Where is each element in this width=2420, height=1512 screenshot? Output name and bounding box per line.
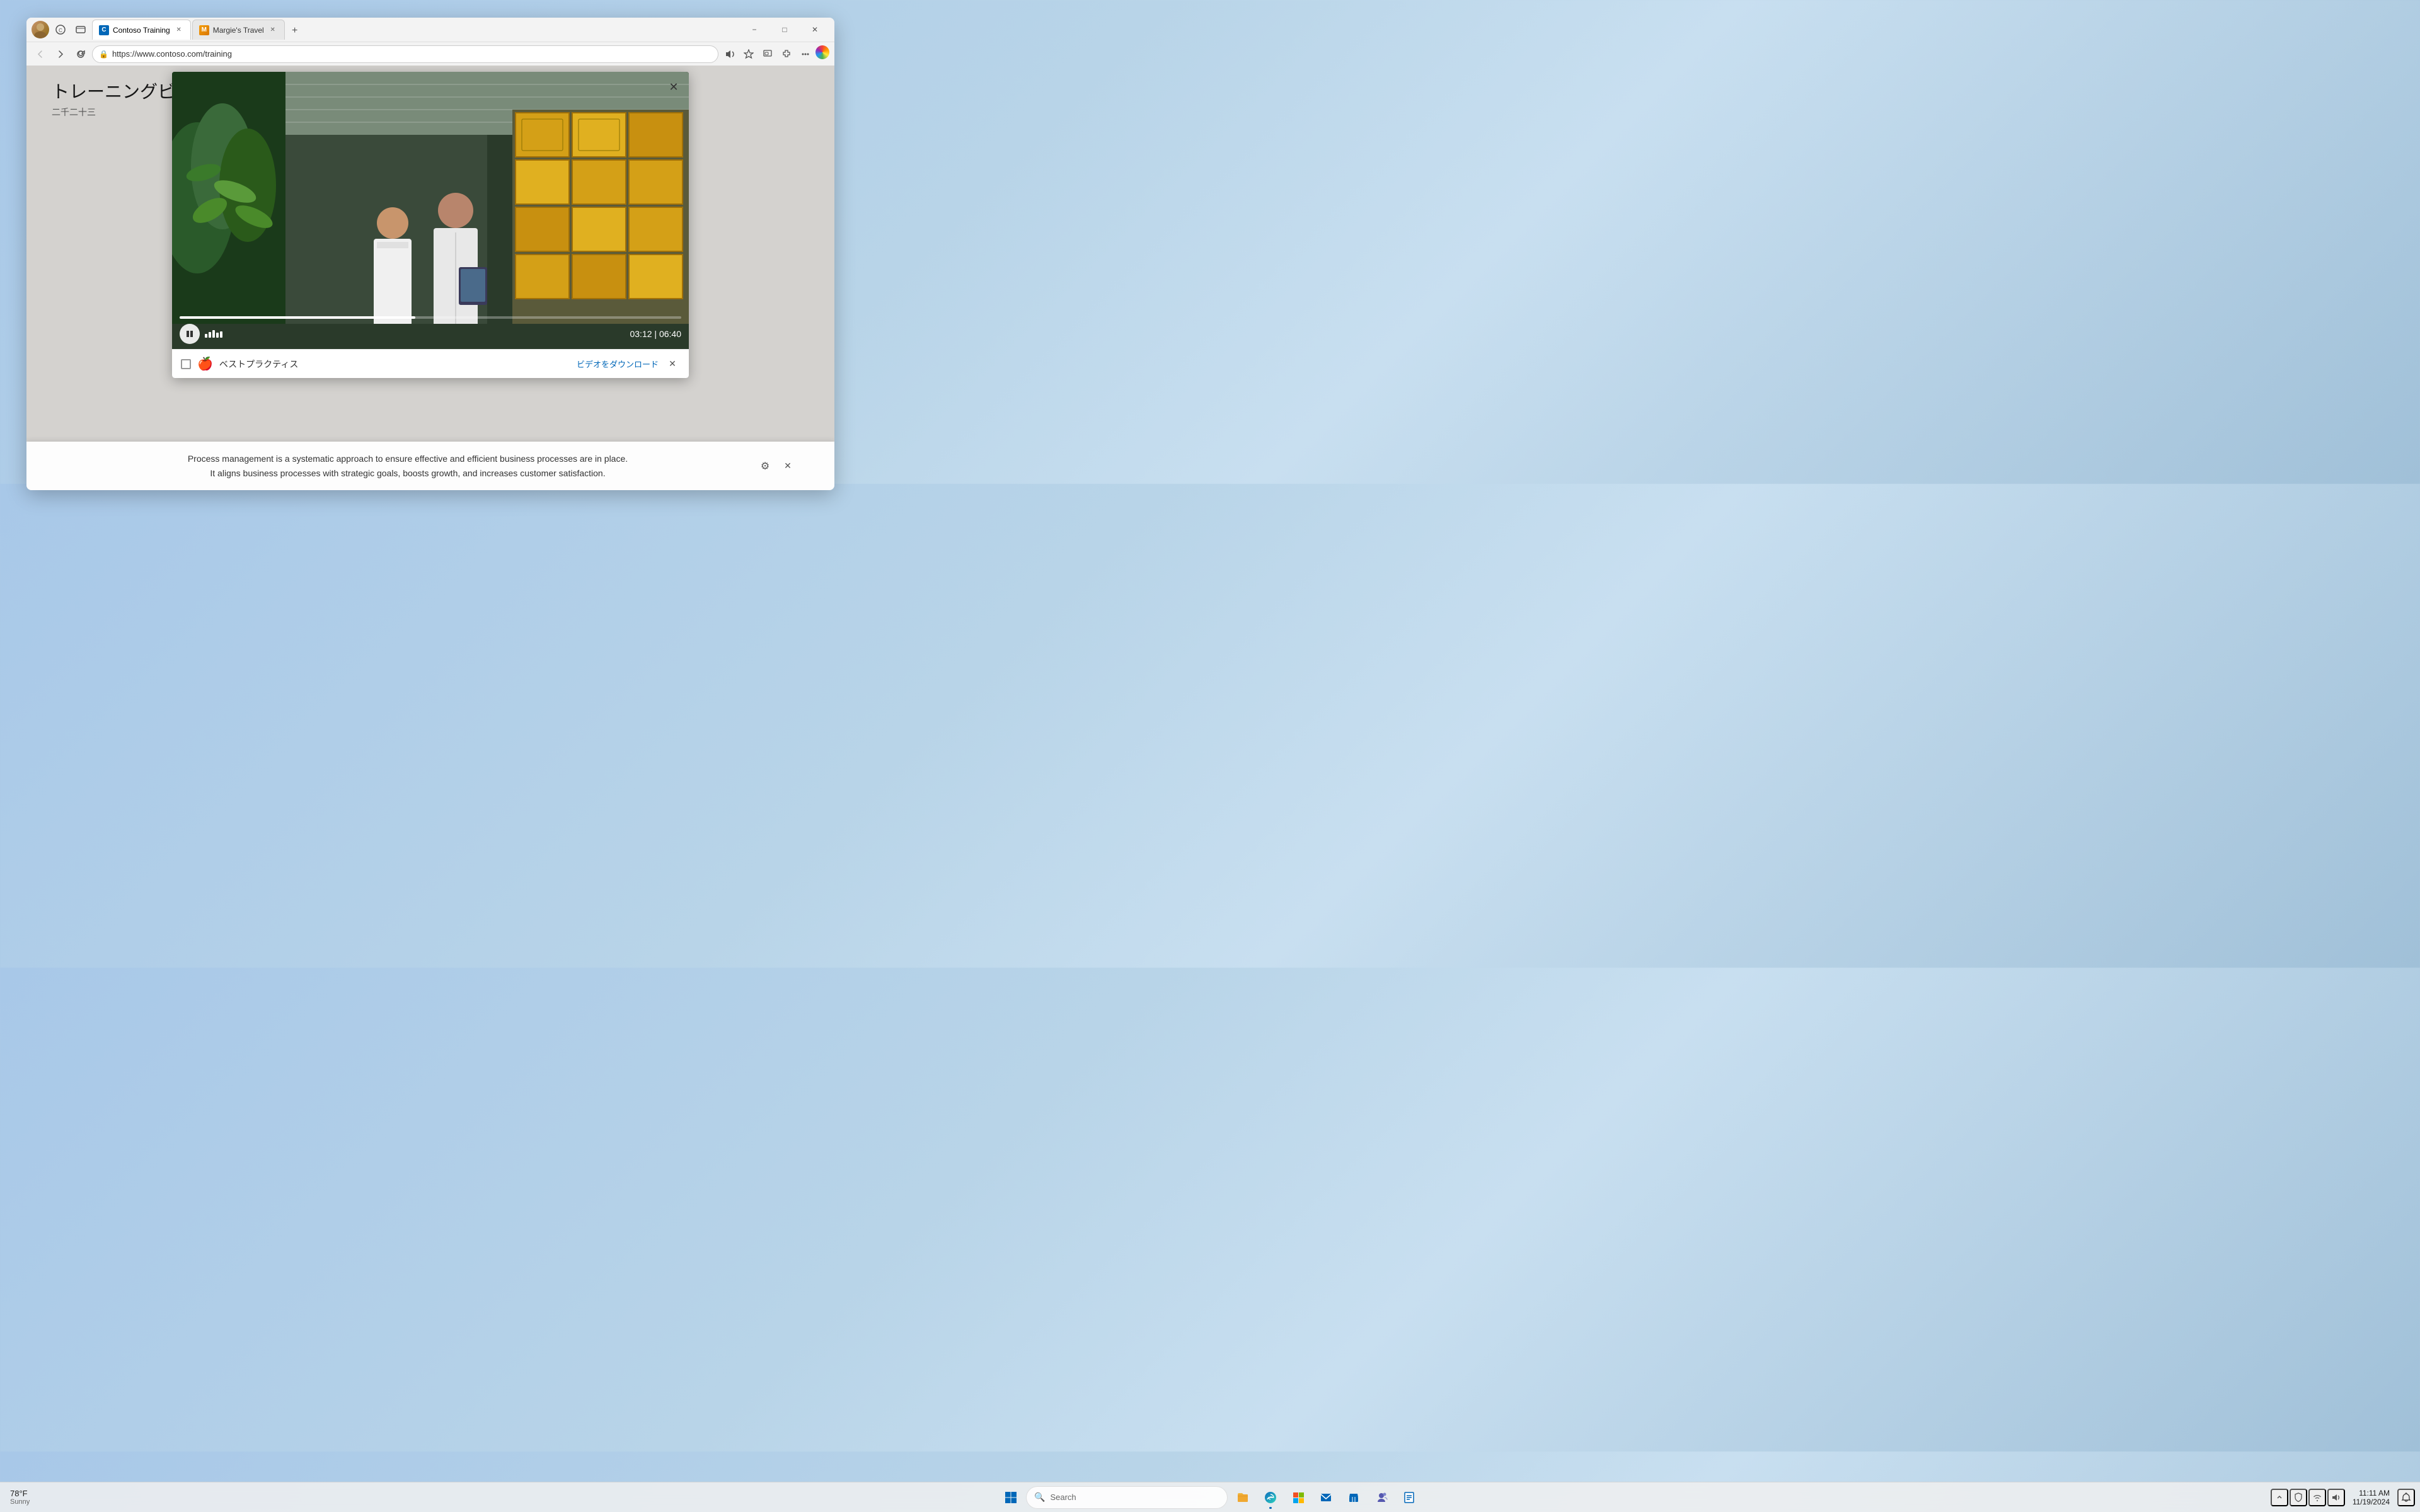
- url-bar[interactable]: 🔒 https://www.contoso.com/training: [92, 45, 718, 63]
- favorites-btn[interactable]: [740, 45, 758, 63]
- tab-margie[interactable]: M Margie's Travel ✕: [192, 20, 285, 40]
- search-bar[interactable]: 🔍 Search: [1026, 1486, 1228, 1509]
- margie-favicon: M: [199, 25, 209, 35]
- taskbar-right: 11:11 AM 11/19/2024: [2271, 1486, 2415, 1509]
- taskbar-icon-store[interactable]: [1341, 1485, 1366, 1510]
- window-controls: − □ ✕: [740, 20, 829, 40]
- tab-margie-close[interactable]: ✕: [268, 25, 278, 35]
- tab-contoso[interactable]: C Contoso Training ✕: [92, 20, 191, 40]
- tray-security-icon[interactable]: [2290, 1489, 2307, 1506]
- panel-settings-button[interactable]: ⚙: [756, 457, 774, 475]
- browser-actions: [721, 45, 829, 63]
- forward-button[interactable]: [52, 45, 69, 63]
- video-controls: 03:12 | 06:40: [172, 311, 689, 349]
- weather-condition: Sunny: [10, 1498, 30, 1506]
- extensions-btn[interactable]: [778, 45, 795, 63]
- minimize-button[interactable]: −: [740, 20, 769, 40]
- volume-indicator: [205, 330, 222, 338]
- new-tab-button[interactable]: +: [286, 22, 304, 40]
- modal-close-button[interactable]: ✕: [664, 77, 684, 97]
- clock[interactable]: 11:11 AM 11/19/2024: [2348, 1486, 2395, 1509]
- svg-text:C: C: [59, 28, 62, 33]
- tray-expand-button[interactable]: [2271, 1489, 2288, 1506]
- notification-close-button[interactable]: ✕: [665, 357, 680, 372]
- address-bar: 🔒 https://www.contoso.com/training: [26, 42, 834, 66]
- weather-widget[interactable]: 78°F Sunny: [5, 1486, 35, 1508]
- weather-temp: 78°F: [10, 1489, 30, 1498]
- taskbar: 78°F Sunny 🔍 Search: [0, 1482, 2420, 1512]
- panel-close-button[interactable]: ✕: [779, 457, 797, 475]
- taskbar-icon-edge[interactable]: [1258, 1485, 1283, 1510]
- video-container: 03:12 | 06:40 🍎 ベストプラクティス ビデオをダウンロード ✕: [172, 72, 689, 378]
- clock-date: 11/19/2024: [2353, 1498, 2390, 1506]
- tray-network-icon[interactable]: [2308, 1489, 2326, 1506]
- tray-volume-icon[interactable]: [2327, 1489, 2345, 1506]
- notification-bell-button[interactable]: [2397, 1489, 2415, 1506]
- avatar[interactable]: [32, 21, 49, 38]
- description-text: Process management is a systematic appro…: [64, 452, 751, 480]
- modal-overlay: ✕: [26, 66, 834, 490]
- extension-btn-1[interactable]: C: [52, 21, 69, 38]
- controls-row: 03:12 | 06:40: [180, 324, 681, 344]
- progress-fill: [180, 316, 415, 319]
- lock-icon: 🔒: [99, 50, 108, 59]
- refresh-button[interactable]: [72, 45, 89, 63]
- taskbar-icon-teams[interactable]: [1369, 1485, 1394, 1510]
- video-frame[interactable]: 03:12 | 06:40: [172, 72, 689, 349]
- tabs-bar: C Contoso Training ✕ M Margie's Travel ✕…: [92, 20, 737, 40]
- download-button[interactable]: ビデオをダウンロード: [577, 358, 659, 370]
- time-display: 03:12 | 06:40: [630, 329, 681, 339]
- contoso-favicon: C: [99, 25, 109, 35]
- taskbar-icon-msn[interactable]: [1286, 1485, 1311, 1510]
- play-pause-button[interactable]: [180, 324, 200, 344]
- video-modal: ✕: [172, 72, 689, 378]
- description-panel: Process management is a systematic appro…: [26, 442, 834, 490]
- read-aloud-btn[interactable]: [721, 45, 739, 63]
- notification-bar: 🍎 ベストプラクティス ビデオをダウンロード ✕: [172, 349, 689, 378]
- progress-bar[interactable]: [180, 316, 681, 319]
- url-text: https://www.contoso.com/training: [112, 49, 712, 59]
- system-tray: [2271, 1489, 2345, 1506]
- taskbar-icon-explorer[interactable]: [1230, 1485, 1255, 1510]
- page-content: トレーニングビデオ 二千二十三 ✕: [26, 66, 834, 490]
- maximize-button[interactable]: □: [770, 20, 799, 40]
- notification-checkbox[interactable]: [181, 359, 191, 369]
- search-placeholder: Search: [1050, 1492, 1076, 1502]
- start-button[interactable]: [998, 1485, 1023, 1510]
- taskbar-icon-task[interactable]: [1397, 1485, 1422, 1510]
- clock-time: 11:11 AM: [2359, 1489, 2390, 1498]
- browser-window: C C Contoso Training ✕ M: [26, 18, 834, 490]
- tab-margie-label: Margie's Travel: [213, 26, 264, 35]
- taskbar-center: 🔍 Search: [998, 1485, 1422, 1510]
- close-button[interactable]: ✕: [800, 20, 829, 40]
- notification-icon: 🍎: [197, 356, 213, 372]
- tab-contoso-label: Contoso Training: [113, 26, 170, 35]
- title-bar: C C Contoso Training ✕ M: [26, 18, 834, 42]
- tab-contoso-close[interactable]: ✕: [174, 25, 184, 35]
- notification-text: ベストプラクティス: [219, 358, 570, 370]
- tab-actions-btn[interactable]: [759, 45, 776, 63]
- search-icon: 🔍: [1034, 1492, 1045, 1503]
- extension-btn-2[interactable]: [72, 21, 89, 38]
- back-button[interactable]: [32, 45, 49, 63]
- more-btn[interactable]: [797, 45, 814, 63]
- taskbar-icon-mail[interactable]: [1313, 1485, 1339, 1510]
- edge-logo: [815, 45, 829, 59]
